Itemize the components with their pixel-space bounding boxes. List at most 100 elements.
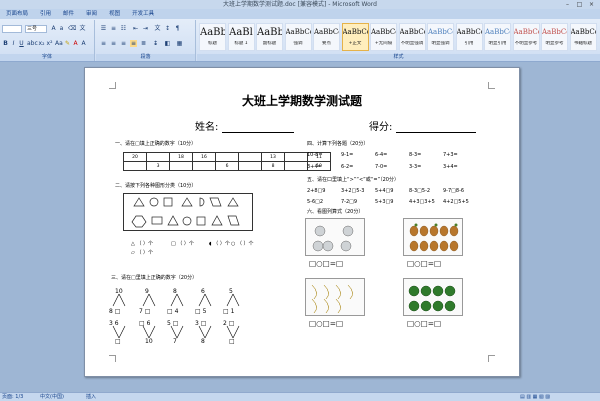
minimize-icon[interactable]: – (563, 1, 572, 8)
style-name: 标题 (208, 41, 217, 46)
style-2[interactable]: AaBbC 副标题 (256, 23, 283, 51)
font-size-field[interactable]: 三号 (25, 25, 47, 33)
superscript-icon[interactable]: x² (46, 40, 53, 47)
calc-item: 6-2= (341, 164, 354, 170)
font-color-icon[interactable]: A (72, 40, 79, 47)
style-9[interactable]: AaBbCcDt 引用 (455, 23, 483, 51)
compare-item: 4+2□5+5 (443, 199, 469, 205)
align-left-icon[interactable]: ≡ (100, 40, 107, 47)
font-group: 三号 A a ⌫ 文 B I U abc x₂ x² Aa ✎ A A 字体 (0, 20, 95, 61)
style-name: +无间隔 (374, 41, 393, 46)
watermelons-picture (403, 278, 463, 316)
compare-item: 5+3□9 (375, 199, 394, 205)
decrease-indent-icon[interactable]: ⇤ (132, 25, 139, 32)
highlight-icon[interactable]: ✎ (64, 40, 71, 47)
table-cell (146, 152, 170, 162)
style-10[interactable]: AaBbCcDt 明显引用 (484, 23, 511, 51)
shrink-font-icon[interactable]: a (58, 25, 65, 32)
page-indicator[interactable]: 页面: 1/3 (2, 393, 23, 401)
compare-item: 4+3□3+5 (409, 199, 435, 205)
style-name: 书籍标题 (574, 41, 592, 46)
style-8[interactable]: AaBbCcDt 明显强调 (427, 23, 454, 51)
underline-icon[interactable]: U (18, 40, 25, 47)
line-spacing-icon[interactable]: ↨ (152, 40, 159, 47)
maximize-icon[interactable]: □ (575, 1, 584, 8)
circle-count: ○ （ ）个 (231, 241, 254, 247)
shapes-box (123, 193, 253, 231)
style-5[interactable]: AaBbCcDt +正文 (341, 23, 369, 51)
style-7[interactable]: AaBbCcDt 不明显强调 (398, 23, 426, 51)
shading-icon[interactable]: ◧ (164, 40, 171, 47)
style-sample: AaBbCcDt (456, 28, 482, 36)
style-sample: AaBbCcDt (371, 28, 396, 36)
document-page[interactable]: 大班上学期数学测试题 姓名: 得分: 一、请在□填上正确的数字（10分） 20 1… (84, 67, 520, 377)
compare-item: 8-3□5-2 (409, 188, 431, 194)
style-13[interactable]: AaBbCcI 书籍标题 (569, 23, 597, 51)
italic-icon[interactable]: I (10, 40, 17, 47)
subscript-icon[interactable]: x₂ (38, 40, 45, 47)
multilevel-list-icon[interactable]: ☷ (120, 25, 127, 32)
style-0[interactable]: AaBbC 标题 (199, 23, 226, 51)
style-sample: AaBbC (200, 27, 225, 38)
score-label: 得分: (369, 122, 393, 133)
calc-item: 3+4= (443, 164, 458, 170)
paragraph-group-label: 段落 (96, 54, 195, 61)
phonetic-icon[interactable]: 文 (79, 25, 86, 32)
bond-number: 3 6 (109, 320, 119, 327)
calc-item: 7+3= (443, 152, 458, 158)
sort-icon[interactable]: ↕ (164, 25, 171, 32)
style-sample: AaBbCcDt (399, 28, 425, 36)
style-sample: AaBbCcD (314, 28, 339, 36)
tab-references[interactable]: 引用 (34, 9, 57, 19)
bond-number: □ (229, 338, 235, 345)
tab-page-layout[interactable]: 页面布局 (0, 9, 34, 19)
align-right-icon[interactable]: ≡ (120, 40, 127, 47)
char-shading-icon[interactable]: A (80, 40, 87, 47)
table-cell (238, 152, 262, 162)
bond-number: □ (115, 338, 121, 345)
align-center-icon[interactable]: ≡ (110, 40, 117, 47)
style-name: 不明显参考 (514, 41, 538, 46)
style-name: 不明显强调 (400, 41, 424, 46)
table-row: 20 18 16 13 11 (123, 152, 331, 162)
answer-blank-4: □○□=□ (407, 319, 442, 328)
distribute-icon[interactable]: ≣ (140, 40, 147, 47)
close-icon[interactable]: × (587, 1, 596, 8)
show-marks-icon[interactable]: ¶ (174, 25, 181, 32)
table-cell (123, 161, 147, 171)
style-3[interactable]: AaBbCcDt 强调 (284, 23, 312, 51)
chinese-layout-icon[interactable]: 文 (154, 25, 161, 32)
style-4[interactable]: AaBbCcD 要点 (313, 23, 340, 51)
grow-font-icon[interactable]: A (50, 25, 57, 32)
change-case-icon[interactable]: Aa (55, 40, 63, 47)
document-area[interactable]: 大班上学期数学测试题 姓名: 得分: 一、请在□填上正确的数字（10分） 20 1… (0, 62, 600, 392)
bullets-icon[interactable]: ☰ (100, 25, 107, 32)
clear-format-icon[interactable]: ⌫ (68, 25, 76, 32)
semicircle-count: ◖ （ ）个 (209, 241, 230, 247)
tab-review[interactable]: 审阅 (80, 9, 103, 19)
style-11[interactable]: AaBbCcDt 不明显参考 (512, 23, 540, 51)
style-sample: AaBbCcI (570, 28, 596, 36)
question-4: 四、计算下列各题（20分） (307, 141, 369, 147)
compare-item: 5-6□2 (307, 199, 324, 205)
style-sample: AaBbC (257, 27, 282, 38)
justify-icon[interactable]: ≡ (130, 40, 137, 47)
style-12[interactable]: AaBbCcDt 明显参考 (541, 23, 568, 51)
bond-number: 6 (201, 288, 205, 295)
insert-mode-indicator[interactable]: 插入 (86, 393, 96, 401)
style-6[interactable]: AaBbCcDt +无间隔 (370, 23, 397, 51)
borders-icon[interactable]: ▦ (176, 40, 183, 47)
bold-icon[interactable]: B (2, 40, 9, 47)
tab-view[interactable]: 视图 (103, 9, 126, 19)
calc-item: 9-1= (341, 152, 354, 158)
view-buttons[interactable]: ▤ ▥ ▦ ▧ ▨ (520, 393, 550, 401)
table-cell: 3 (146, 161, 170, 171)
language-indicator[interactable]: 中文(中国) (40, 393, 64, 401)
font-name-field[interactable] (2, 25, 22, 33)
tab-mailings[interactable]: 邮件 (57, 9, 80, 19)
style-1[interactable]: AaBl 标题 1 (227, 23, 255, 51)
increase-indent-icon[interactable]: ⇥ (142, 25, 149, 32)
numbering-icon[interactable]: ≡ (110, 25, 117, 32)
strikethrough-icon[interactable]: abc (27, 40, 38, 47)
tab-developer[interactable]: 开发工具 (126, 9, 160, 19)
